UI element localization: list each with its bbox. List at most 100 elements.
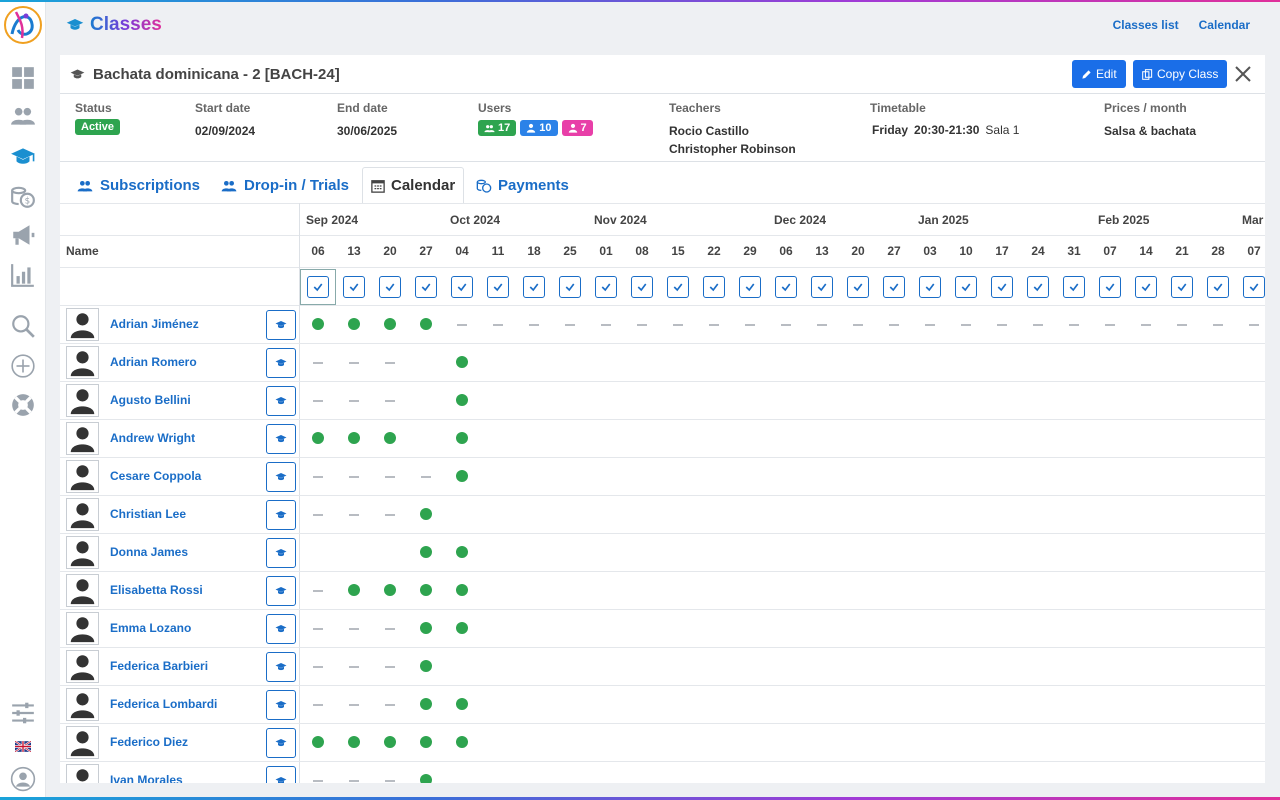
flag-uk-icon[interactable] bbox=[9, 732, 37, 760]
session-checkbox[interactable] bbox=[919, 276, 941, 298]
student-name-link[interactable]: Emma Lozano bbox=[110, 621, 191, 635]
tab-subscriptions[interactable]: Subscriptions bbox=[68, 167, 208, 204]
student-class-button[interactable] bbox=[266, 576, 296, 606]
lifebuoy-icon[interactable] bbox=[9, 391, 37, 419]
student-class-button[interactable] bbox=[266, 766, 296, 783]
attendance-present-dot[interactable] bbox=[420, 736, 432, 748]
student-class-button[interactable] bbox=[266, 310, 296, 340]
session-checkbox[interactable] bbox=[667, 276, 689, 298]
attendance-absent-dash[interactable] bbox=[1105, 324, 1115, 326]
attendance-absent-dash[interactable] bbox=[349, 476, 359, 478]
student-class-button[interactable] bbox=[266, 348, 296, 378]
student-name-link[interactable]: Donna James bbox=[110, 545, 188, 559]
session-checkbox[interactable] bbox=[1135, 276, 1157, 298]
student-name-link[interactable]: Federico Diez bbox=[110, 735, 188, 749]
attendance-absent-dash[interactable] bbox=[745, 324, 755, 326]
session-checkbox[interactable] bbox=[559, 276, 581, 298]
attendance-absent-dash[interactable] bbox=[1033, 324, 1043, 326]
attendance-absent-dash[interactable] bbox=[349, 666, 359, 668]
student-class-button[interactable] bbox=[266, 538, 296, 568]
attendance-absent-dash[interactable] bbox=[1213, 324, 1223, 326]
users-icon[interactable] bbox=[9, 102, 37, 130]
student-name-link[interactable]: Christian Lee bbox=[110, 507, 186, 521]
session-checkbox[interactable] bbox=[307, 276, 329, 298]
session-checkbox[interactable] bbox=[1099, 276, 1121, 298]
attendance-absent-dash[interactable] bbox=[349, 400, 359, 402]
student-class-button[interactable] bbox=[266, 728, 296, 758]
attendance-present-dot[interactable] bbox=[420, 698, 432, 710]
calendar-link[interactable]: Calendar bbox=[1199, 18, 1250, 32]
student-class-button[interactable] bbox=[266, 652, 296, 682]
attendance-absent-dash[interactable] bbox=[925, 324, 935, 326]
attendance-absent-dash[interactable] bbox=[313, 476, 323, 478]
student-class-button[interactable] bbox=[266, 386, 296, 416]
session-checkbox[interactable] bbox=[1207, 276, 1229, 298]
users-total-badge[interactable]: 17 bbox=[478, 120, 517, 136]
dashboard-icon[interactable] bbox=[9, 64, 37, 92]
attendance-absent-dash[interactable] bbox=[313, 666, 323, 668]
session-checkbox[interactable] bbox=[991, 276, 1013, 298]
attendance-absent-dash[interactable] bbox=[961, 324, 971, 326]
student-name-link[interactable]: Ivan Morales bbox=[110, 773, 183, 783]
attendance-absent-dash[interactable] bbox=[313, 780, 323, 782]
attendance-absent-dash[interactable] bbox=[385, 780, 395, 782]
student-class-button[interactable] bbox=[266, 614, 296, 644]
student-name-link[interactable]: Federica Lombardi bbox=[110, 697, 217, 711]
attendance-absent-dash[interactable] bbox=[385, 514, 395, 516]
session-checkbox[interactable] bbox=[1243, 276, 1265, 298]
student-class-button[interactable] bbox=[266, 690, 296, 720]
attendance-absent-dash[interactable] bbox=[349, 780, 359, 782]
attendance-absent-dash[interactable] bbox=[313, 628, 323, 630]
attendance-present-dot[interactable] bbox=[312, 736, 324, 748]
attendance-absent-dash[interactable] bbox=[313, 400, 323, 402]
attendance-absent-dash[interactable] bbox=[313, 590, 323, 592]
users-male-badge[interactable]: 10 bbox=[520, 120, 558, 136]
attendance-absent-dash[interactable] bbox=[313, 514, 323, 516]
attendance-absent-dash[interactable] bbox=[349, 628, 359, 630]
session-checkbox[interactable] bbox=[451, 276, 473, 298]
coins-icon[interactable]: $ bbox=[9, 183, 37, 211]
search-icon[interactable] bbox=[9, 312, 37, 340]
attendance-absent-dash[interactable] bbox=[673, 324, 683, 326]
attendance-present-dot[interactable] bbox=[456, 356, 468, 368]
attendance-present-dot[interactable] bbox=[348, 736, 360, 748]
attendance-absent-dash[interactable] bbox=[349, 362, 359, 364]
attendance-absent-dash[interactable] bbox=[817, 324, 827, 326]
attendance-present-dot[interactable] bbox=[384, 432, 396, 444]
attendance-present-dot[interactable] bbox=[420, 584, 432, 596]
attendance-absent-dash[interactable] bbox=[853, 324, 863, 326]
users-female-badge[interactable]: 7 bbox=[561, 120, 593, 136]
edit-button[interactable]: Edit bbox=[1072, 60, 1126, 88]
attendance-present-dot[interactable] bbox=[456, 546, 468, 558]
attendance-present-dot[interactable] bbox=[420, 508, 432, 520]
tab-calendar[interactable]: Calendar bbox=[362, 167, 465, 204]
attendance-absent-dash[interactable] bbox=[637, 324, 647, 326]
classes-list-link[interactable]: Classes list bbox=[1113, 18, 1179, 32]
attendance-absent-dash[interactable] bbox=[601, 324, 611, 326]
attendance-present-dot[interactable] bbox=[420, 546, 432, 558]
student-name-link[interactable]: Adrian Romero bbox=[110, 355, 197, 369]
attendance-absent-dash[interactable] bbox=[493, 324, 503, 326]
attendance-present-dot[interactable] bbox=[348, 318, 360, 330]
attendance-absent-dash[interactable] bbox=[349, 514, 359, 516]
session-checkbox[interactable] bbox=[1027, 276, 1049, 298]
student-class-button[interactable] bbox=[266, 500, 296, 530]
attendance-present-dot[interactable] bbox=[312, 432, 324, 444]
session-checkbox[interactable] bbox=[883, 276, 905, 298]
attendance-absent-dash[interactable] bbox=[1141, 324, 1151, 326]
attendance-present-dot[interactable] bbox=[456, 470, 468, 482]
attendance-present-dot[interactable] bbox=[420, 660, 432, 672]
attendance-absent-dash[interactable] bbox=[457, 324, 467, 326]
attendance-absent-dash[interactable] bbox=[385, 628, 395, 630]
tab-payments[interactable]: Payments bbox=[468, 167, 577, 204]
attendance-present-dot[interactable] bbox=[420, 318, 432, 330]
session-checkbox[interactable] bbox=[1171, 276, 1193, 298]
attendance-absent-dash[interactable] bbox=[385, 666, 395, 668]
attendance-present-dot[interactable] bbox=[384, 736, 396, 748]
session-checkbox[interactable] bbox=[523, 276, 545, 298]
session-checkbox[interactable] bbox=[343, 276, 365, 298]
attendance-absent-dash[interactable] bbox=[1069, 324, 1079, 326]
plus-circle-icon[interactable] bbox=[9, 352, 37, 380]
attendance-present-dot[interactable] bbox=[456, 698, 468, 710]
attendance-present-dot[interactable] bbox=[420, 774, 432, 783]
